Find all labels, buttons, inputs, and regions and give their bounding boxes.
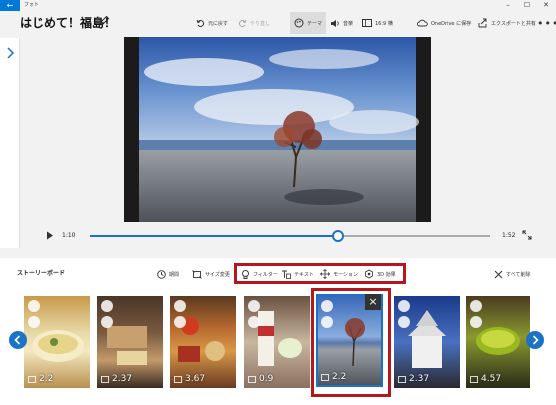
filter-badge-icon: [398, 300, 410, 312]
clip-duration: 4.57: [470, 374, 501, 384]
resize-label: サイズ変更: [205, 271, 230, 278]
duration-label: 期間: [169, 271, 180, 278]
cloud-icon: [417, 19, 428, 27]
export-share-label: エクスポートと共有: [491, 20, 536, 27]
save-onedrive-button[interactable]: OneDrive に保存: [417, 14, 471, 32]
theme-button[interactable]: テーマ: [290, 12, 327, 34]
save-onedrive-label: OneDrive に保存: [431, 20, 472, 27]
motion-badge-icon: [28, 316, 40, 328]
aspect-ratio-label: 16:9 横: [375, 20, 393, 27]
fullscreen-icon[interactable]: [522, 230, 532, 240]
minimize-button[interactable]: –: [499, 0, 517, 11]
clock-icon: [157, 269, 166, 279]
aspect-ratio-button[interactable]: 16:9 横: [362, 14, 393, 32]
filter-badge-icon: [101, 300, 113, 312]
redo-label: やり直し: [250, 20, 271, 27]
clip-thumbnail[interactable]: 3.67: [170, 296, 236, 388]
share-icon: [478, 18, 487, 28]
filter-badge-icon: [174, 300, 186, 312]
aspect-ratio-icon: [362, 19, 372, 27]
image-icon: [248, 375, 256, 383]
tools-highlight-box: [234, 263, 406, 284]
close-icon: [494, 270, 503, 278]
music-label: 音楽: [343, 20, 354, 27]
undo-button[interactable]: 元に戻す: [196, 14, 228, 32]
filter-badge-icon: [248, 300, 260, 312]
remove-all-label: すべて削除: [506, 271, 531, 278]
speaker-icon: [331, 19, 339, 27]
current-time: 1:10: [62, 232, 76, 239]
more-options-button[interactable]: •••: [537, 14, 556, 32]
scroll-left-button[interactable]: [9, 331, 27, 349]
clip-duration: 2.37: [101, 374, 132, 384]
motion-badge-icon: [470, 316, 482, 328]
filter-badge-icon: [28, 300, 40, 312]
duration-button[interactable]: 期間: [157, 268, 179, 280]
pencil-edit-icon[interactable]: [98, 15, 110, 27]
music-button[interactable]: 音楽: [330, 14, 353, 32]
seek-progress: [90, 235, 338, 237]
remove-clip-button[interactable]: ×: [365, 294, 381, 310]
clip-duration: 2.37: [398, 374, 429, 384]
palette-icon: [294, 18, 304, 28]
resize-icon: [192, 269, 202, 279]
redo-button[interactable]: やり直し: [238, 14, 270, 32]
clip-duration: 0.9: [248, 374, 273, 384]
clip-thumbnail[interactable]: 0.9: [244, 296, 310, 388]
storyboard-label: ストーリーボード: [17, 270, 66, 277]
clip-thumbnail[interactable]: 2.2: [24, 296, 90, 388]
clip-thumbnail[interactable]: 4.57: [466, 296, 530, 388]
motion-badge-icon: [174, 316, 186, 328]
image-icon: [28, 375, 36, 383]
image-icon: [470, 375, 478, 383]
title-bar: [0, 0, 556, 11]
beach-tree-preview-image: [124, 37, 431, 222]
chevron-right-icon[interactable]: [4, 46, 16, 60]
clip-duration: 2.2: [28, 374, 53, 384]
chevron-right-icon: [532, 335, 539, 345]
undo-label: 元に戻す: [208, 20, 229, 27]
clip-thumbnail[interactable]: 2.37: [394, 296, 460, 388]
theme-label: テーマ: [307, 20, 323, 27]
maximize-button[interactable]: ☐: [518, 0, 536, 11]
motion-badge-icon: [248, 316, 260, 328]
back-arrow-icon[interactable]: ←: [0, 0, 20, 11]
image-icon: [174, 375, 182, 383]
app-title: フォト: [24, 2, 40, 8]
image-icon: [398, 375, 406, 383]
scroll-right-button[interactable]: [526, 331, 544, 349]
chevron-left-icon: [14, 335, 21, 345]
resize-button[interactable]: サイズ変更: [192, 268, 230, 280]
remove-all-button[interactable]: すべて削除: [494, 268, 530, 280]
clip-thumbnail[interactable]: 2.37: [97, 296, 163, 388]
video-preview[interactable]: [124, 37, 431, 222]
redo-icon: [238, 19, 247, 27]
collapsed-side-panel: [0, 38, 20, 248]
motion-badge-icon: [101, 316, 113, 328]
undo-icon: [196, 19, 205, 27]
total-time: 1:52: [502, 232, 516, 239]
play-icon[interactable]: [46, 231, 54, 240]
seek-thumb[interactable]: [332, 230, 344, 242]
close-window-button[interactable]: ✕: [537, 0, 555, 11]
motion-badge-icon: [398, 316, 410, 328]
export-share-button[interactable]: エクスポートと共有: [478, 14, 536, 32]
filter-badge-icon: [470, 300, 482, 312]
image-icon: [101, 375, 109, 383]
clip-duration: 3.67: [174, 374, 205, 384]
